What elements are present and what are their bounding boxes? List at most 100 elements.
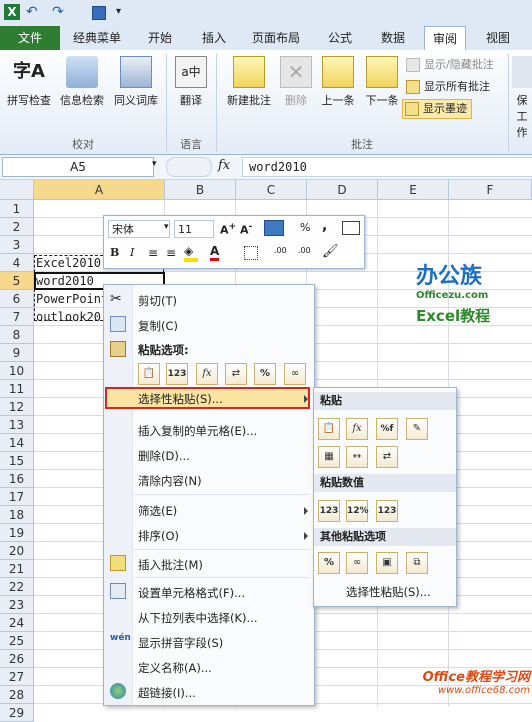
row-header-16[interactable]: 16 (0, 470, 34, 488)
row-header-26[interactable]: 26 (0, 650, 34, 668)
redo-icon[interactable]: ↷ (52, 4, 68, 20)
row-header-21[interactable]: 21 (0, 560, 34, 578)
sub-paste-formulas-button[interactable]: fx (346, 418, 368, 440)
menu-item-format-cells[interactable]: 设置单元格格式(F)... (138, 585, 245, 601)
row-header-24[interactable]: 24 (0, 614, 34, 632)
borders-icon[interactable] (244, 246, 258, 260)
sub-no-borders-button[interactable]: ▦ (318, 446, 340, 468)
undo-icon[interactable]: ↶ (26, 4, 42, 20)
row-header-5[interactable]: 5 (0, 272, 34, 290)
row-header-12[interactable]: 12 (0, 398, 34, 416)
menu-item-pick-from-list[interactable]: 从下拉列表中选择(K)... (138, 610, 257, 626)
row-header-4[interactable]: 4 (0, 254, 34, 272)
customize-qat-icon[interactable]: ▾ (116, 4, 132, 20)
row-header-2[interactable]: 2 (0, 218, 34, 236)
menu-item-define-name[interactable]: 定义名称(A)... (138, 660, 212, 676)
sub-paste-link-button[interactable]: ∞ (346, 552, 368, 574)
font-color-icon[interactable]: A (210, 244, 220, 261)
menu-item-cut[interactable]: 剪切(T) (138, 293, 177, 309)
paste-formatting-button[interactable]: % (254, 363, 276, 385)
grow-font-icon[interactable]: A+ (220, 221, 236, 237)
row-header-27[interactable]: 27 (0, 668, 34, 686)
row-header-23[interactable]: 23 (0, 596, 34, 614)
column-header-e[interactable]: E (378, 180, 449, 200)
select-all-corner[interactable] (0, 180, 34, 200)
menu-item-insert-copied-cells[interactable]: 插入复制的单元格(E)... (138, 423, 257, 439)
row-header-20[interactable]: 20 (0, 542, 34, 560)
previous-comment-button[interactable]: 上一条 (316, 56, 360, 108)
tab-file[interactable]: 文件 (0, 26, 60, 50)
tab-page-layout[interactable]: 页面布局 (246, 26, 306, 50)
format-painter-icon[interactable]: 🖌 (322, 244, 339, 259)
decrease-decimal-icon[interactable]: .00 (298, 246, 311, 255)
save-icon[interactable] (92, 6, 106, 20)
row-header-19[interactable]: 19 (0, 524, 34, 542)
protect-button[interactable]: 保 工作 (512, 56, 532, 140)
excel-app-icon[interactable]: X (4, 4, 20, 20)
row-header-1[interactable]: 1 (0, 200, 34, 218)
sub-paste-button[interactable]: 📋 (318, 418, 340, 440)
row-header-28[interactable]: 28 (0, 686, 34, 704)
fill-color-icon[interactable]: ◈ (184, 244, 198, 262)
tab-classic-menu[interactable]: 经典菜单 (66, 26, 128, 50)
menu-item-insert-comment[interactable]: 插入批注(M) (138, 557, 203, 573)
tab-formulas[interactable]: 公式 (320, 26, 360, 50)
paste-link-button[interactable]: ∞ (284, 363, 306, 385)
column-header-d[interactable]: D (307, 180, 378, 200)
row-header-18[interactable]: 18 (0, 506, 34, 524)
merge-cells-icon[interactable] (342, 221, 360, 235)
column-header-c[interactable]: C (236, 180, 307, 200)
font-dropdown-icon[interactable]: ▾ (164, 222, 169, 232)
sub-keep-source-format-button[interactable]: ✎ (406, 418, 428, 440)
row-header-10[interactable]: 10 (0, 362, 34, 380)
left-align-icon[interactable]: ≡ (166, 246, 176, 260)
insert-function-icon[interactable]: fx (218, 158, 230, 173)
row-header-11[interactable]: 11 (0, 380, 34, 398)
show-ink-button[interactable]: 显示墨迹 (402, 99, 472, 119)
research-button[interactable]: 信息检索 (56, 56, 108, 108)
next-comment-button[interactable]: 下一条 (360, 56, 404, 108)
name-box-dropdown-icon[interactable]: ▾ (152, 159, 157, 169)
row-header-8[interactable]: 8 (0, 326, 34, 344)
paste-button[interactable]: 📋 (138, 363, 160, 385)
sub-paste-formulas-number-format-button[interactable]: %f (376, 418, 398, 440)
increase-decimal-icon[interactable]: .00 (274, 246, 287, 255)
cell-a4[interactable]: Excel2010 (34, 256, 101, 270)
percent-style-icon[interactable]: % (300, 221, 310, 234)
cell-a5[interactable]: word2010 (34, 274, 94, 288)
menu-item-hyperlink[interactable]: 超链接(I)... (138, 685, 196, 701)
row-header-14[interactable]: 14 (0, 434, 34, 452)
paste-formulas-button[interactable]: fx (196, 363, 218, 385)
formula-input[interactable]: word2010 (242, 157, 532, 177)
bold-icon[interactable]: B (110, 246, 119, 259)
menu-item-clear-contents[interactable]: 清除内容(N) (138, 473, 202, 489)
column-header-f[interactable]: F (449, 180, 532, 200)
row-header-17[interactable]: 17 (0, 488, 34, 506)
tab-data[interactable]: 数据 (373, 26, 413, 50)
shrink-font-icon[interactable]: A- (240, 221, 252, 237)
row-header-22[interactable]: 22 (0, 578, 34, 596)
show-hide-comment-button[interactable]: 显示/隐藏批注 (404, 56, 494, 74)
formula-bar-splitter[interactable] (166, 157, 212, 177)
tab-insert[interactable]: 插入 (194, 26, 234, 50)
column-header-b[interactable]: B (165, 180, 236, 200)
new-comment-button[interactable]: 新建批注 (222, 56, 276, 108)
row-header-7[interactable]: 7 (0, 308, 34, 326)
thesaurus-button[interactable]: 同义词库 (110, 56, 162, 108)
sub-transpose-button[interactable]: ⇄ (376, 446, 398, 468)
sub-paste-special-item[interactable]: 选择性粘贴(S)... (346, 584, 431, 600)
italic-icon[interactable]: I (130, 246, 134, 259)
row-header-6[interactable]: 6 (0, 290, 34, 308)
tab-home[interactable]: 开始 (140, 26, 180, 50)
sub-values-button[interactable]: 123 (318, 500, 340, 522)
currency-format-icon[interactable] (264, 220, 284, 236)
cell-a6[interactable]: PowerPoint (34, 292, 108, 306)
sub-linked-picture-button[interactable]: ⧉ (406, 552, 428, 574)
row-header-3[interactable]: 3 (0, 236, 34, 254)
row-header-25[interactable]: 25 (0, 632, 34, 650)
translate-button[interactable]: a中 翻译 (170, 56, 212, 108)
menu-item-delete[interactable]: 删除(D)... (138, 448, 190, 464)
row-header-15[interactable]: 15 (0, 452, 34, 470)
menu-item-copy[interactable]: 复制(C) (138, 318, 178, 334)
center-align-icon[interactable]: ≡ (148, 246, 158, 260)
